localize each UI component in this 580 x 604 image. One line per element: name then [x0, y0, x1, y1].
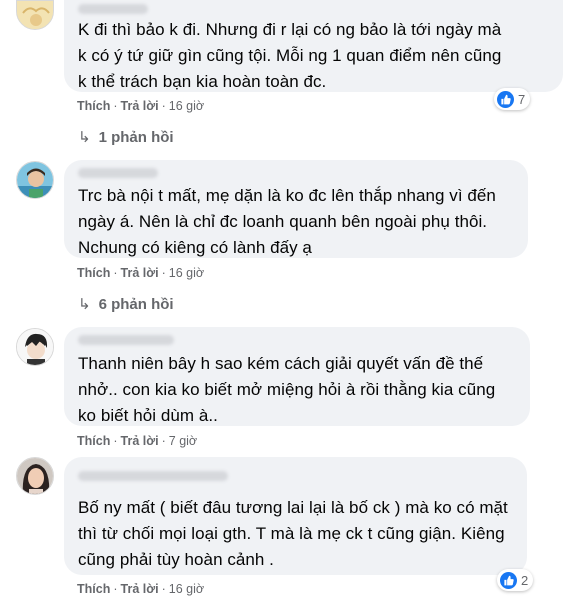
comment-3-author-name[interactable] [78, 335, 174, 345]
comment-2-author-name[interactable] [78, 168, 158, 178]
reaction-count: 2 [521, 572, 529, 588]
like-reaction-icon [500, 571, 517, 589]
reply-arrow-icon: ↳ [78, 129, 91, 146]
reply-arrow-icon: ↳ [78, 296, 91, 313]
comment-text-line: ngày á. Nên là chỉ đc loanh quanh bên ng… [78, 212, 488, 231]
comment-3-text: Thanh niên bây h sao kém cách giải quyết… [78, 351, 518, 429]
comment-time[interactable]: 16 giờ [169, 266, 204, 280]
comment-2-text: Trc bà nội t mất, mẹ dặn là ko đc lên th… [78, 183, 516, 261]
replies-count-label: 1 phản hồi [98, 129, 174, 146]
comment-1-bubble: K đi thì bảo k đi. Nhưng đi r lại có ng … [64, 0, 563, 92]
reply-link[interactable]: Trả lời [121, 266, 159, 280]
comment-1-view-replies[interactable]: ↳ 1 phản hồi [78, 128, 174, 146]
comment-4-actions: Thích · Trả lời · 16 giờ [77, 582, 205, 596]
reaction-count: 7 [518, 91, 526, 107]
like-link[interactable]: Thích [77, 582, 110, 596]
comment-text-line: k có ý tứ giữ gìn cũng tội. Mỗi ng 1 qua… [78, 46, 502, 65]
avatar-illustration-icon [17, 1, 53, 29]
comment-1-reactions[interactable]: 7 [494, 88, 531, 110]
comment-time[interactable]: 16 giờ [169, 582, 204, 596]
comment-text-line: k thể trách bạn kia hoàn toàn đc. [78, 72, 327, 91]
comment-4-bubble: Bố ny mất ( biết đâu tương lai lại là bố… [64, 457, 527, 575]
comment-2-actions: Thích · Trả lời · 16 giờ [77, 266, 205, 280]
comment-text-line: thì từ chối mọi loại gth. T mà là mẹ ck … [78, 524, 505, 543]
comment-4-text: Bố ny mất ( biết đâu tương lai lại là bố… [78, 495, 515, 573]
comment-2-view-replies[interactable]: ↳ 6 phản hồi [78, 295, 174, 313]
comment-text-line: Nchung có kiêng có lành đấy ạ [78, 238, 312, 257]
like-link[interactable]: Thích [77, 99, 110, 113]
comment-text-line: Thanh niên bây h sao kém cách giải quyết… [78, 354, 484, 373]
comment-text-line: ko biết hỏi dùm à.. [78, 406, 218, 425]
like-link[interactable]: Thích [77, 434, 110, 448]
comment-text-line: K đi thì bảo k đi. Nhưng đi r lại có ng … [78, 20, 502, 39]
comment-time[interactable]: 16 giờ [169, 99, 204, 113]
comment-4-avatar[interactable] [16, 457, 54, 495]
comment-4-reactions[interactable]: 2 [497, 569, 534, 591]
comment-text-line: cũng phải tùy hoàn cảnh . [78, 550, 274, 569]
comment-time[interactable]: 7 giờ [169, 434, 197, 448]
comment-text-line: nhở.. con kia ko biết mở miệng hỏi à rồi… [78, 380, 496, 399]
comment-1-author-name[interactable] [78, 4, 148, 14]
like-link[interactable]: Thích [77, 266, 110, 280]
comment-1-avatar[interactable] [16, 0, 54, 30]
comment-3-avatar[interactable] [16, 328, 54, 366]
reply-link[interactable]: Trả lời [121, 434, 159, 448]
comment-3-bubble: Thanh niên bây h sao kém cách giải quyết… [64, 327, 530, 426]
like-reaction-icon [497, 90, 514, 108]
comment-3-actions: Thích · Trả lời · 7 giờ [77, 434, 198, 448]
comment-1-actions: Thích · Trả lời · 16 giờ [77, 99, 205, 113]
reply-link[interactable]: Trả lời [121, 582, 159, 596]
replies-count-label: 6 phản hồi [98, 296, 174, 313]
comment-4-author-name[interactable] [78, 471, 228, 481]
comment-2-bubble: Trc bà nội t mất, mẹ dặn là ko đc lên th… [64, 160, 528, 258]
comment-1-text: K đi thì bảo k đi. Nhưng đi r lại có ng … [78, 17, 551, 95]
comment-text-line: Bố ny mất ( biết đâu tương lai lại là bố… [78, 498, 508, 517]
reply-link[interactable]: Trả lời [121, 99, 159, 113]
avatar-photo-icon [17, 162, 53, 198]
comment-text-line: Trc bà nội t mất, mẹ dặn là ko đc lên th… [78, 186, 496, 205]
avatar-cartoon-icon [17, 329, 53, 365]
comment-2-avatar[interactable] [16, 161, 54, 199]
avatar-photo-icon [17, 458, 53, 494]
